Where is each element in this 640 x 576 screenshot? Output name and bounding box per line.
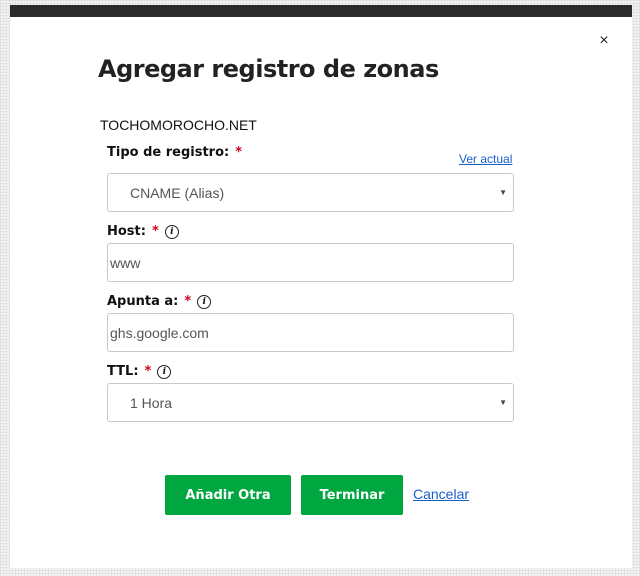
points-to-input[interactable]: ghs.google.com (107, 313, 514, 352)
ttl-label: TTL: * i (107, 364, 172, 379)
required-marker: * (235, 145, 243, 160)
host-value: www (110, 254, 141, 271)
finish-button[interactable]: Terminar (301, 475, 403, 515)
points-to-label: Apunta a: * i (107, 294, 212, 309)
points-to-value: ghs.google.com (110, 324, 209, 341)
ttl-label-text: TTL: (107, 364, 139, 379)
view-current-link[interactable]: Ver actual (459, 152, 512, 166)
record-type-label: Tipo de registro: * (107, 145, 242, 160)
add-zone-record-modal: × Agregar registro de zonas TOCHOMOROCHO… (10, 17, 632, 568)
info-icon[interactable]: i (164, 224, 179, 239)
chevron-down-icon: ▼ (499, 398, 507, 407)
host-input[interactable]: www (107, 243, 514, 282)
info-icon[interactable]: i (197, 294, 212, 309)
info-icon[interactable]: i (157, 364, 172, 379)
record-type-value: CNAME (Alias) (130, 184, 225, 201)
host-label-text: Host: (107, 224, 146, 239)
modal-title: Agregar registro de zonas (98, 55, 439, 83)
ttl-value: 1 Hora (130, 394, 173, 411)
host-label: Host: * i (107, 224, 179, 239)
chevron-down-icon: ▼ (499, 188, 507, 197)
ttl-select[interactable]: 1 Hora ▼ (107, 383, 514, 422)
close-icon[interactable]: × (596, 33, 612, 49)
cancel-link[interactable]: Cancelar (413, 486, 469, 502)
add-another-button[interactable]: Añadir Otra (165, 475, 291, 515)
required-marker: * (151, 224, 159, 239)
record-type-label-text: Tipo de registro: (107, 145, 230, 160)
modal-top-bar (10, 5, 632, 17)
points-to-label-text: Apunta a: (107, 294, 179, 309)
domain-name: TOCHOMOROCHO.NET (100, 117, 257, 133)
record-type-select[interactable]: CNAME (Alias) ▼ (107, 173, 514, 212)
required-marker: * (184, 294, 192, 309)
required-marker: * (144, 364, 152, 379)
